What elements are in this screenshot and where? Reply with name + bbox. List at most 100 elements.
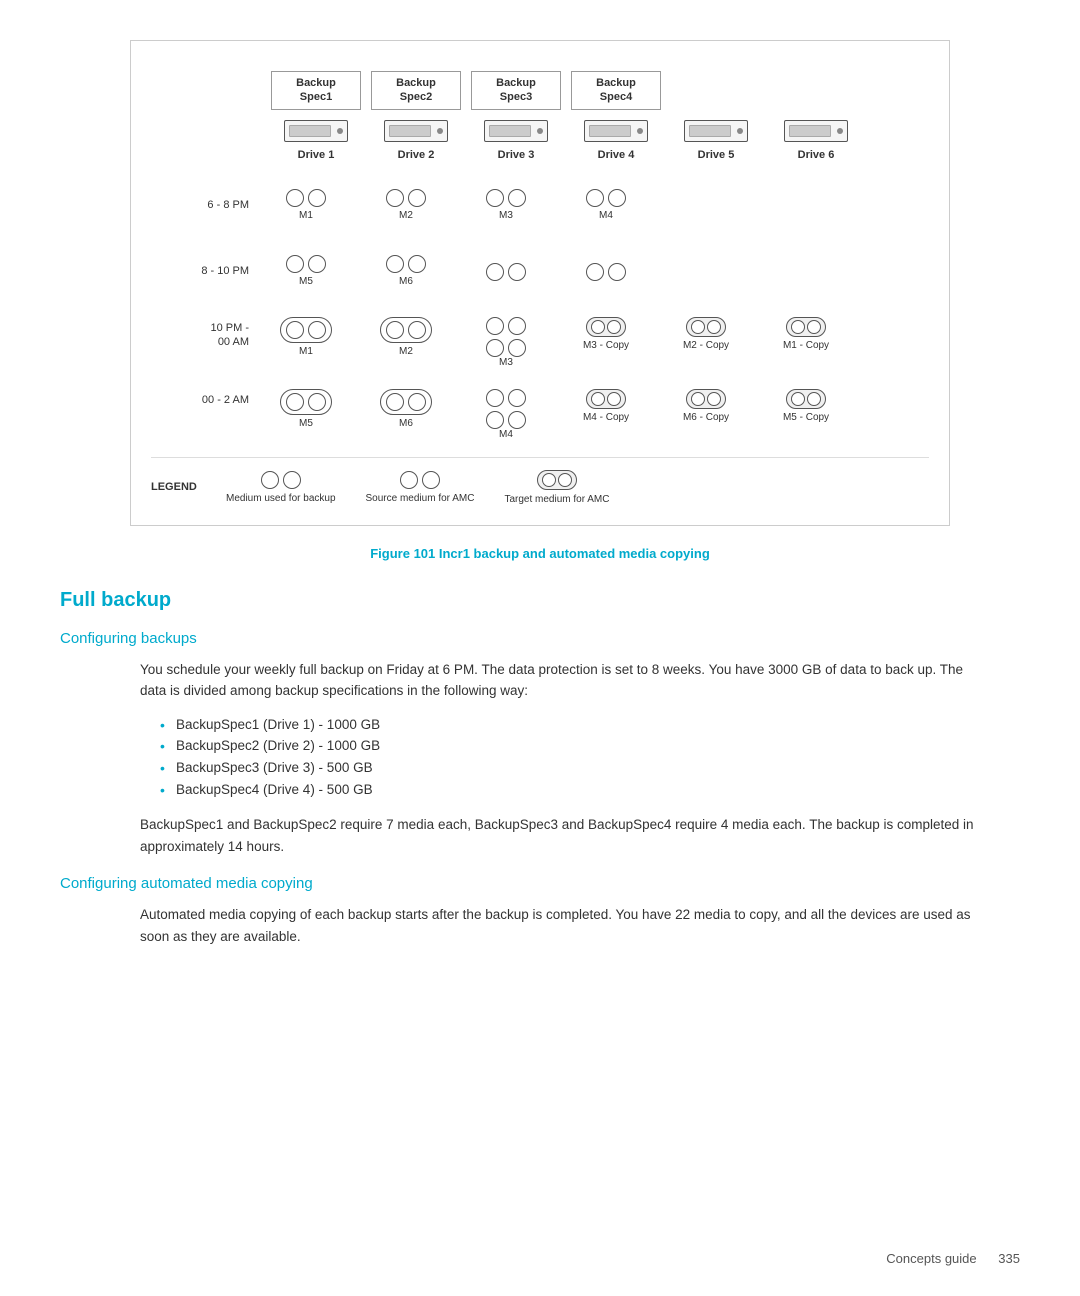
full-backup-section: Full backup Configuring backups You sche… <box>60 589 1020 948</box>
drive1-icon <box>284 120 348 142</box>
drive5-col: Drive 5 <box>671 120 761 161</box>
legend-backup-label: Medium used for backup <box>226 493 336 504</box>
page-footer: Concepts guide 335 <box>886 1251 1020 1266</box>
configuring-backups-para2: BackupSpec1 and BackupSpec2 require 7 me… <box>140 814 980 857</box>
configuring-amc-para1: Automated media copying of each backup s… <box>140 904 980 947</box>
time-cols-8-10pm: M5 M6 <box>261 255 661 288</box>
bullet-spec2: BackupSpec2 (Drive 2) - 1000 GB <box>160 735 980 757</box>
drive3-icon <box>484 120 548 142</box>
footer-text: Concepts guide <box>886 1251 976 1266</box>
m4-00am-label: M4 <box>499 429 513 441</box>
drive2-col: Drive 2 <box>371 120 461 161</box>
legend-target-label: Target medium for AMC <box>504 494 609 505</box>
media-m6-00am: M6 <box>361 389 451 430</box>
drive4-label: Drive 4 <box>571 149 661 161</box>
time-label-8-10pm: 8 - 10 PM <box>151 264 261 278</box>
time-label-10pm: 10 PM -00 AM <box>151 317 261 350</box>
figure-caption: Figure 101 Incr1 backup and automated me… <box>60 546 1020 561</box>
time-row-6-8pm: 6 - 8 PM M1 M2 M3 <box>151 181 929 231</box>
drive1-col: Drive 1 <box>271 120 361 161</box>
m5-label: M5 <box>299 276 313 288</box>
m2-10pm-label: M2 <box>399 346 413 358</box>
configuring-backups-content: You schedule your weekly full backup on … <box>60 659 1020 858</box>
bullet-spec1: BackupSpec1 (Drive 1) - 1000 GB <box>160 714 980 736</box>
drive5-label: Drive 5 <box>671 149 761 161</box>
media-m5-00am: M5 <box>261 389 351 430</box>
m4copy-label: M4 - Copy <box>583 412 629 424</box>
m2copy-label: M2 - Copy <box>683 340 729 352</box>
spec1-label: BackupSpec1 <box>271 71 361 110</box>
time-rows: 6 - 8 PM M1 M2 M3 <box>151 181 929 441</box>
media-drive4-8-10 <box>561 263 651 281</box>
media-m2-10pm: M2 <box>361 317 451 358</box>
legend-source-label: Source medium for AMC <box>366 493 475 504</box>
m3-10pm-label: M3 <box>499 357 513 369</box>
bullet-spec4: BackupSpec4 (Drive 4) - 500 GB <box>160 779 980 801</box>
drive3-col: Drive 3 <box>471 120 561 161</box>
media-m2: M2 <box>361 189 451 222</box>
m5copy-label: M5 - Copy <box>783 412 829 424</box>
diagram-section: BackupSpec1 BackupSpec2 BackupSpec3 Back… <box>130 40 950 526</box>
drive6-label: Drive 6 <box>771 149 861 161</box>
media-m3-10pm: M3 <box>461 317 551 369</box>
drive2-icon <box>384 120 448 142</box>
m2-label: M2 <box>399 210 413 222</box>
legend-title: LEGEND <box>151 481 226 493</box>
media-m1-10pm: M1 <box>261 317 351 358</box>
configuring-backups-subsection: Configuring backups You schedule your we… <box>60 630 1020 858</box>
media-m5: M5 <box>261 255 351 288</box>
media-m6: M6 <box>361 255 451 288</box>
media-m3: M3 <box>461 189 551 222</box>
drives-row: Drive 1 Drive 2 Drive 3 Drive 4 Drive 5 <box>271 120 929 161</box>
media-m4: M4 <box>561 189 651 222</box>
time-cols-10pm: M1 M2 M3 <box>261 317 861 369</box>
legend-item-target: Target medium for AMC <box>504 470 609 505</box>
media-m6copy-00am: M6 - Copy <box>661 389 751 424</box>
media-m4-00am: M4 <box>461 389 551 441</box>
drive3-label: Drive 3 <box>471 149 561 161</box>
configuring-backups-para1: You schedule your weekly full backup on … <box>140 659 980 702</box>
drive6-icon <box>784 120 848 142</box>
m6-label: M6 <box>399 276 413 288</box>
legend-item-source: Source medium for AMC <box>366 471 475 504</box>
m6copy-label: M6 - Copy <box>683 412 729 424</box>
configuring-amc-heading: Configuring automated media copying <box>60 875 1020 892</box>
m1-label: M1 <box>299 210 313 222</box>
drive4-icon <box>584 120 648 142</box>
backup-spec-list: BackupSpec1 (Drive 1) - 1000 GB BackupSp… <box>140 714 980 800</box>
drive6-col: Drive 6 <box>771 120 861 161</box>
time-row-10pm-00am: 10 PM -00 AM M1 M2 <box>151 313 929 369</box>
configuring-amc-subsection: Configuring automated media copying Auto… <box>60 875 1020 947</box>
configuring-amc-content: Automated media copying of each backup s… <box>60 904 1020 947</box>
bullet-spec3: BackupSpec3 (Drive 3) - 500 GB <box>160 757 980 779</box>
full-backup-heading: Full backup <box>60 589 1020 612</box>
spec3-label: BackupSpec3 <box>471 71 561 110</box>
drive4-col: Drive 4 <box>571 120 661 161</box>
media-m2copy-10pm: M2 - Copy <box>661 317 751 352</box>
media-m1: M1 <box>261 189 351 222</box>
time-cols-6-8pm: M1 M2 M3 M4 <box>261 189 661 222</box>
media-m4copy-00am: M4 - Copy <box>561 389 651 424</box>
drive2-label: Drive 2 <box>371 149 461 161</box>
drive5-icon <box>684 120 748 142</box>
m3copy-label: M3 - Copy <box>583 340 629 352</box>
diagram-inner: BackupSpec1 BackupSpec2 BackupSpec3 Back… <box>151 71 929 505</box>
legend-row: LEGEND Medium used for backup Source med… <box>151 457 929 505</box>
backup-spec-headers: BackupSpec1 BackupSpec2 BackupSpec3 Back… <box>271 71 929 110</box>
m3-label: M3 <box>499 210 513 222</box>
time-cols-00-2am: M5 M6 M4 <box>261 389 861 441</box>
media-m5copy-00am: M5 - Copy <box>761 389 851 424</box>
time-row-00-2am: 00 - 2 AM M5 M6 <box>151 385 929 441</box>
media-m1copy-10pm: M1 - Copy <box>761 317 851 352</box>
configuring-backups-heading: Configuring backups <box>60 630 1020 647</box>
spec4-label: BackupSpec4 <box>571 71 661 110</box>
m4-label: M4 <box>599 210 613 222</box>
drive1-label: Drive 1 <box>271 149 361 161</box>
time-label-00-2am: 00 - 2 AM <box>151 389 261 407</box>
m1copy-label: M1 - Copy <box>783 340 829 352</box>
media-m3copy-10pm: M3 - Copy <box>561 317 651 352</box>
m1-10pm-label: M1 <box>299 346 313 358</box>
spec2-label: BackupSpec2 <box>371 71 461 110</box>
media-drive3-8-10 <box>461 263 551 281</box>
time-label-6-8pm: 6 - 8 PM <box>151 198 261 212</box>
